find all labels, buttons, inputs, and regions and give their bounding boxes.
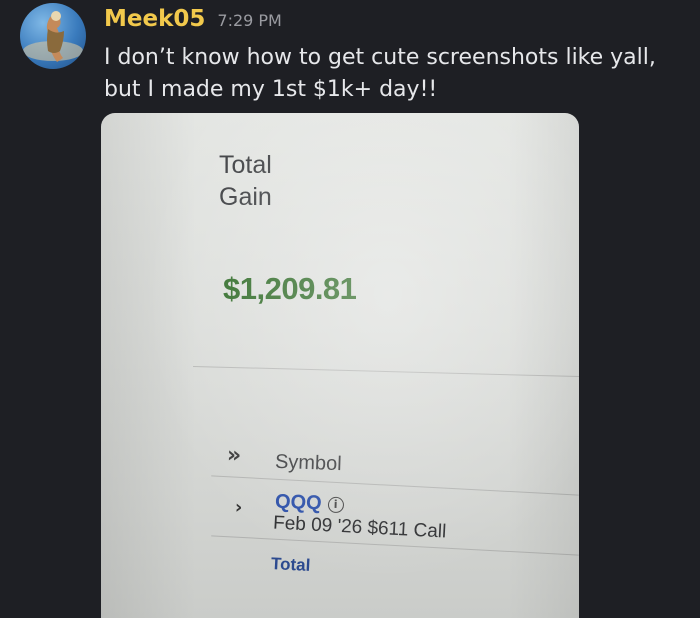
timestamp: 7:29 PM xyxy=(217,11,282,30)
divider xyxy=(193,365,579,378)
avatar-image xyxy=(23,11,83,62)
message-header: Meek05 7:29 PM xyxy=(104,6,282,32)
chat-message: Meek05 7:29 PM I don’t know how to get c… xyxy=(0,0,700,618)
chevron-right-icon: › xyxy=(234,496,243,519)
contract-description: Feb 09 '26 $611 Call xyxy=(272,512,447,543)
divider xyxy=(211,475,579,496)
expand-all-icon: » xyxy=(226,442,242,469)
info-icon: i xyxy=(327,496,344,513)
symbol-column-header: Symbol xyxy=(274,450,343,476)
total-gain-value: $1,209.81 xyxy=(223,271,357,306)
message-text: I don’t know how to get cute screenshots… xyxy=(104,45,656,102)
ticker-symbol: QQQ xyxy=(274,490,323,515)
image-attachment[interactable]: Total Gain $1,209.81 » Symbol › QQQ i Fe… xyxy=(101,113,579,618)
total-row-label: Total xyxy=(270,553,311,576)
avatar[interactable] xyxy=(20,3,86,69)
username[interactable]: Meek05 xyxy=(104,6,205,32)
total-gain-label: Total Gain xyxy=(219,151,272,211)
